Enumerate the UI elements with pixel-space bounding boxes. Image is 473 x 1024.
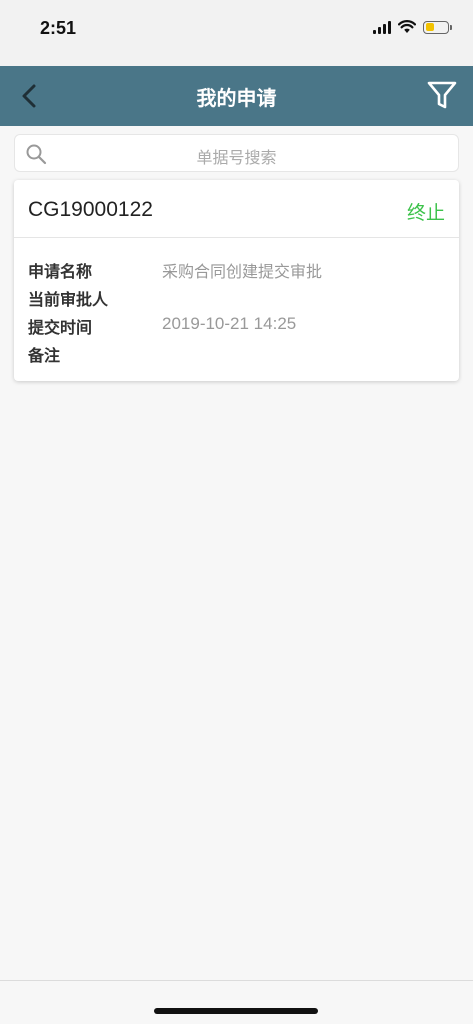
field-row-remark: 备注 <box>28 342 448 368</box>
bottom-divider <box>0 980 473 981</box>
nav-bar: 我的申请 <box>0 66 473 126</box>
field-label: 申请名称 <box>28 262 93 281</box>
status-time: 2:51 <box>40 18 77 38</box>
filter-icon[interactable] <box>425 78 459 112</box>
request-number: CG19000122 <box>28 198 153 221</box>
request-card[interactable]: CG19000122 终止 申请名称 采购合同创建提交审批 当前审批人 提交时间… <box>14 180 459 381</box>
battery-level <box>425 23 434 31</box>
request-card-header: CG19000122 终止 <box>14 180 459 238</box>
field-label: 当前审批人 <box>28 290 109 309</box>
battery-icon <box>423 20 452 34</box>
field-label: 备注 <box>28 346 61 365</box>
search-input[interactable]: 单据号搜索 <box>14 134 459 172</box>
search-placeholder: 单据号搜索 <box>196 148 277 167</box>
wifi-icon <box>398 20 416 33</box>
field-value: 2019-10-21 14:25 <box>162 314 297 333</box>
field-row-name: 申请名称 采购合同创建提交审批 <box>28 258 448 284</box>
status-bar: 2:51 <box>0 0 473 66</box>
field-value: 采购合同创建提交审批 <box>162 262 323 281</box>
status-badge: 终止 <box>406 202 445 224</box>
cellular-signal-icon <box>373 20 391 34</box>
field-label: 提交时间 <box>28 318 93 337</box>
status-icons <box>373 20 452 34</box>
home-indicator[interactable] <box>154 1008 318 1014</box>
page-title: 我的申请 <box>196 86 277 110</box>
field-row-submit-time: 提交时间 2019-10-21 14:25 <box>28 314 448 340</box>
field-row-approver: 当前审批人 <box>28 286 448 312</box>
